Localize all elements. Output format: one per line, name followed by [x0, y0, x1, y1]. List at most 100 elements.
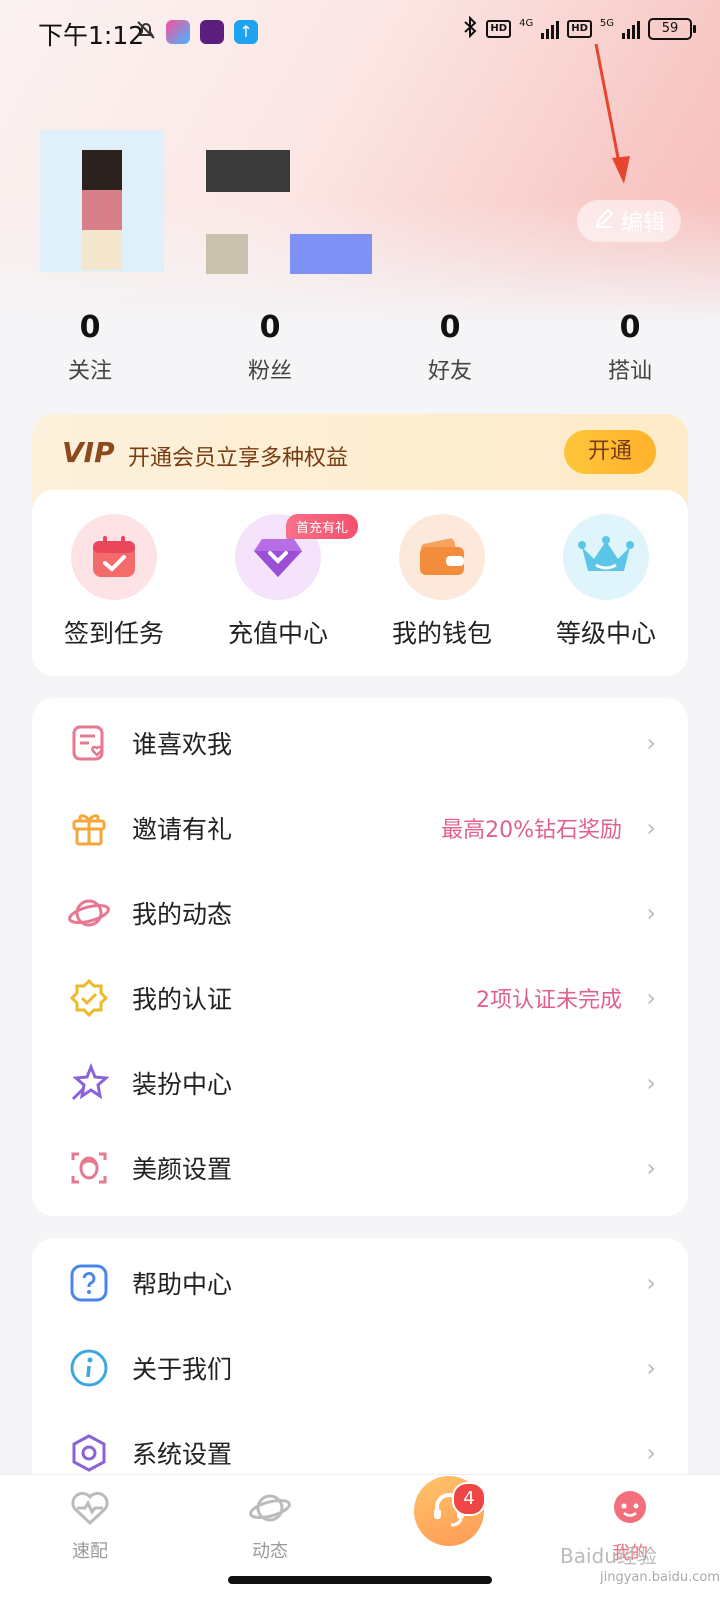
- avatar-pixel: [82, 150, 122, 190]
- menu-item-my-posts[interactable]: 我的动态 ›: [32, 870, 688, 955]
- verified-badge-icon: [66, 975, 112, 1021]
- menu-item-who-likes-me[interactable]: 谁喜欢我 ›: [32, 700, 688, 785]
- shortcut-grid: 签到任务 充值中心 首充有礼 我的钱包 等级中心: [32, 490, 688, 676]
- edit-profile-button[interactable]: 编辑: [577, 200, 681, 242]
- status-time: 下午1:12: [38, 21, 145, 50]
- chevron-right-icon: ›: [646, 813, 656, 842]
- vip-promo-text: 开通会员立享多种权益: [128, 446, 349, 471]
- menu-item-invite[interactable]: 邀请有礼 最高20%钻石奖励 ›: [32, 785, 688, 870]
- mute-bell-icon: [134, 18, 158, 48]
- info-icon: [66, 1345, 112, 1391]
- first-recharge-tag: 首充有礼: [286, 514, 359, 539]
- star-wand-icon: [66, 1060, 112, 1106]
- stat-value: 0: [259, 310, 281, 345]
- menu-label: 装扮中心: [132, 1069, 233, 1099]
- network-type-2: 5G: [599, 17, 614, 29]
- heartbeat-icon: [69, 1491, 111, 1531]
- chevron-right-icon: ›: [646, 1068, 656, 1097]
- menu-label: 帮助中心: [132, 1269, 233, 1299]
- profile-stats: 0 关注 0 粉丝 0 好友 0 搭讪: [0, 310, 720, 385]
- crown-icon: [563, 514, 649, 600]
- menu-item-verification[interactable]: 我的认证 2项认证未完成 ›: [32, 955, 688, 1040]
- stat-fans[interactable]: 0 粉丝: [180, 310, 360, 385]
- nickname-obscured: [206, 150, 290, 192]
- user-tag-obscured: [290, 234, 372, 274]
- app-notification-icon-3: ↑: [234, 20, 258, 44]
- tab-feed[interactable]: 动态: [210, 1489, 330, 1563]
- annotation-arrow-icon: [594, 43, 630, 184]
- chevron-right-icon: ›: [646, 983, 656, 1012]
- pencil-icon: [593, 207, 615, 235]
- profile-mascot-icon: [609, 1491, 651, 1533]
- stat-value: 0: [619, 310, 641, 345]
- user-id-obscured: [206, 234, 248, 274]
- shortcut-recharge-center[interactable]: 充值中心 首充有礼: [196, 490, 360, 676]
- shortcut-label: 签到任务: [63, 619, 164, 648]
- avatar[interactable]: [40, 130, 164, 272]
- watermark-brand: Baidu经验: [560, 1544, 657, 1568]
- chevron-right-icon: ›: [646, 728, 656, 757]
- planet-icon: [248, 1494, 292, 1531]
- vip-open-button[interactable]: 开通: [564, 430, 656, 474]
- shortcut-label: 充值中心: [227, 619, 328, 648]
- signal-icon-1: [541, 19, 560, 39]
- stat-following[interactable]: 0 关注: [0, 310, 180, 385]
- menu-label: 我的认证: [132, 984, 233, 1014]
- stat-label: 粉丝: [247, 359, 292, 384]
- menu-card-secondary: 帮助中心 › 关于我们 › 系统设置 ›: [32, 1238, 688, 1500]
- shortcut-wallet[interactable]: 我的钱包: [360, 490, 524, 676]
- menu-item-about-us[interactable]: 关于我们 ›: [32, 1325, 688, 1410]
- shortcut-label: 我的钱包: [391, 619, 492, 648]
- avatar-pixel: [82, 190, 122, 230]
- hd-badge-2: HD: [567, 20, 592, 38]
- stat-friends[interactable]: 0 好友: [360, 310, 540, 385]
- chevron-right-icon: ›: [646, 1153, 656, 1182]
- home-indicator[interactable]: [228, 1576, 492, 1584]
- vip-badge: VIP: [62, 436, 115, 469]
- stat-value: 0: [439, 310, 461, 345]
- app-notification-icon-2: [200, 20, 224, 44]
- menu-label: 美颜设置: [132, 1154, 233, 1184]
- watermark-url: jingyan.baidu.com: [600, 1570, 720, 1585]
- battery-indicator: 59: [648, 18, 696, 40]
- edit-label: 编辑: [620, 211, 665, 236]
- planet-icon: [66, 890, 112, 936]
- chevron-right-icon: ›: [646, 1438, 656, 1467]
- heart-card-icon: [66, 720, 112, 766]
- avatar-pixel: [82, 230, 122, 270]
- menu-label: 关于我们: [132, 1354, 233, 1384]
- chevron-right-icon: ›: [646, 1268, 656, 1297]
- chevron-right-icon: ›: [646, 1353, 656, 1382]
- stat-label: 好友: [427, 359, 472, 384]
- stat-greetings[interactable]: 0 搭讪: [540, 310, 720, 385]
- face-scan-icon: [66, 1145, 112, 1191]
- shortcut-label: 等级中心: [555, 619, 656, 648]
- menu-item-dressup-center[interactable]: 装扮中心 ›: [32, 1040, 688, 1125]
- menu-label: 邀请有礼: [132, 814, 233, 844]
- network-type-1: 4G: [519, 17, 534, 29]
- notification-badge: 4: [452, 1482, 486, 1516]
- stat-label: 关注: [67, 359, 112, 384]
- menu-label: 系统设置: [132, 1439, 233, 1469]
- hd-badge-1: HD: [486, 20, 512, 38]
- settings-gear-icon: [66, 1430, 112, 1476]
- menu-item-beauty-settings[interactable]: 美颜设置 ›: [32, 1125, 688, 1210]
- chevron-right-icon: ›: [646, 898, 656, 927]
- gift-icon: [66, 805, 112, 851]
- signal-icon-2: [622, 19, 640, 39]
- tab-label: 动态: [252, 1541, 288, 1562]
- menu-label: 我的动态: [132, 899, 233, 929]
- stat-label: 搭讪: [607, 359, 652, 384]
- app-notification-icon-1: [166, 20, 190, 44]
- menu-label: 谁喜欢我: [132, 729, 233, 759]
- menu-card-primary: 谁喜欢我 › 邀请有礼 最高20%钻石奖励 › 我的动态 › 我的认证 2项认证…: [32, 698, 688, 1216]
- menu-item-help-center[interactable]: 帮助中心 ›: [32, 1240, 688, 1325]
- tab-match[interactable]: 速配: [30, 1489, 150, 1563]
- shortcut-level-center[interactable]: 等级中心: [524, 490, 688, 676]
- wallet-icon: [399, 514, 485, 600]
- calendar-check-icon: [71, 514, 157, 600]
- shortcut-checkin-tasks[interactable]: 签到任务: [32, 490, 196, 676]
- tab-label: 速配: [72, 1541, 108, 1562]
- stat-value: 0: [79, 310, 101, 345]
- invite-reward-hint: 最高20%钻石奖励: [441, 817, 622, 843]
